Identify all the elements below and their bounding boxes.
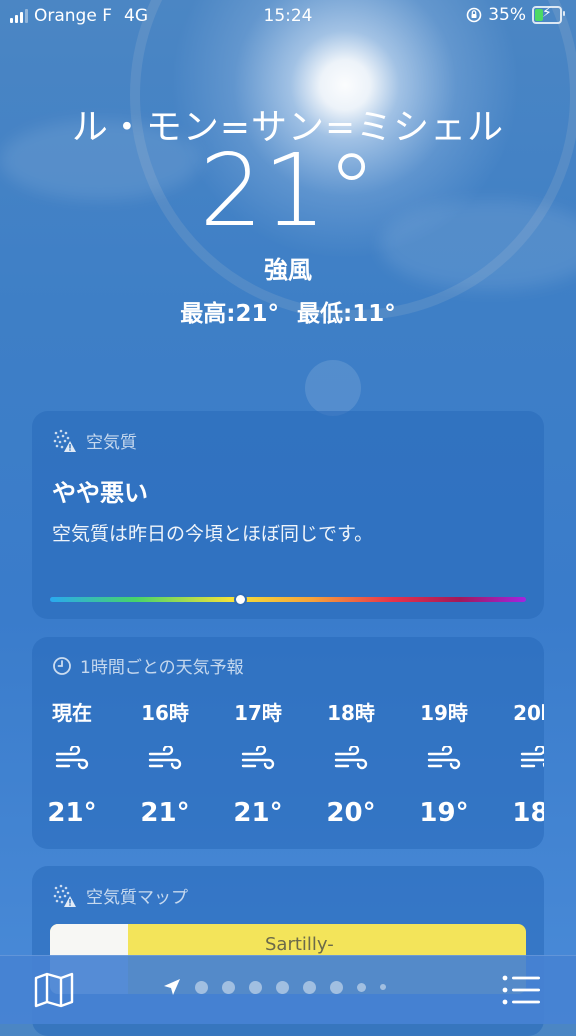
hourly-item: 18時 20°: [321, 697, 381, 827]
hour-temperature: 21°: [233, 798, 283, 827]
wind-icon: [321, 746, 381, 776]
battery-percent: 35%: [488, 5, 526, 25]
wind-icon: [228, 746, 288, 776]
map-icon[interactable]: [34, 972, 74, 1008]
hour-label: 16時: [141, 701, 189, 725]
air-quality-level: やや悪い: [52, 479, 148, 507]
air-quality-icon: [53, 884, 76, 907]
wind-icon: [135, 746, 195, 776]
page-indicator[interactable]: [163, 978, 386, 996]
page-dot[interactable]: [380, 984, 386, 990]
hourly-forecast-header: 1時間ごとの天気予報: [52, 653, 244, 678]
high-temp: 最高:21°: [180, 301, 279, 327]
page-dot[interactable]: [303, 980, 316, 994]
hour-label: 現在: [52, 701, 92, 725]
hourly-item: 20時 18°: [507, 697, 544, 827]
air-quality-scale: [50, 597, 526, 602]
page-dot[interactable]: [357, 982, 366, 992]
wind-icon: [42, 746, 102, 776]
status-bar: Orange F 4G 15:24 35% ⚡: [0, 0, 576, 32]
air-quality-map-header: 空気質マップ: [52, 882, 188, 908]
high-low: 最高:21° 最低:11°: [0, 294, 576, 328]
hourly-forecast-card[interactable]: 1時間ごとの天気予報 現在 21° 16時 21° 17時 21° 18時 20° 19時 19°…: [32, 637, 544, 849]
low-temp: 最低:11°: [297, 301, 396, 327]
page-dot[interactable]: [222, 980, 235, 994]
air-quality-title: 空気質: [86, 432, 137, 453]
hourly-item: 17時 21°: [228, 697, 288, 827]
air-quality-header: 空気質: [52, 427, 137, 453]
wind-icon: [507, 746, 544, 776]
hourly-forecast-list[interactable]: 現在 21° 16時 21° 17時 21° 18時 20° 19時 19° 20時 18°: [32, 697, 544, 827]
battery-icon: ⚡: [532, 5, 565, 24]
page-dot[interactable]: [330, 980, 343, 994]
hourly-item: 現在 21°: [42, 697, 102, 827]
page-dot[interactable]: [249, 980, 262, 994]
hour-temperature: 19°: [419, 798, 469, 827]
hour-temperature: 20°: [326, 798, 376, 827]
clock-icon: [53, 656, 71, 675]
page-dot[interactable]: [195, 980, 208, 994]
wind-icon: [414, 746, 474, 776]
hour-temperature: 21°: [47, 798, 97, 827]
hour-label: 19時: [420, 701, 468, 725]
air-quality-icon: [53, 429, 76, 452]
air-quality-indicator: [234, 593, 248, 606]
page-dot[interactable]: [276, 980, 289, 994]
hourly-item: 16時 21°: [135, 697, 195, 827]
hour-label: 20時: [513, 701, 544, 725]
air-quality-map-title: 空気質マップ: [86, 887, 188, 908]
location-arrow-icon: [164, 979, 180, 995]
bottom-toolbar: [0, 955, 576, 1024]
map-place-label: Sartilly-: [265, 934, 334, 955]
orientation-lock-icon: [466, 7, 482, 23]
hour-label: 17時: [234, 701, 282, 725]
hour-label: 18時: [327, 701, 375, 725]
current-temperature: 21°: [199, 132, 377, 249]
hourly-forecast-title: 1時間ごとの天気予報: [80, 658, 244, 678]
hourly-item: 19時 19°: [414, 697, 474, 827]
air-quality-card[interactable]: 空気質 やや悪い 空気質は昨日の今頃とほぼ同じです。: [32, 411, 544, 619]
air-quality-description: 空気質は昨日の今頃とほぼ同じです。: [52, 523, 374, 545]
lens-flare: [305, 360, 361, 416]
hour-temperature: 18°: [512, 798, 544, 827]
list-icon[interactable]: [502, 974, 542, 1006]
hour-temperature: 21°: [140, 798, 190, 827]
current-condition: 強風: [264, 256, 312, 284]
